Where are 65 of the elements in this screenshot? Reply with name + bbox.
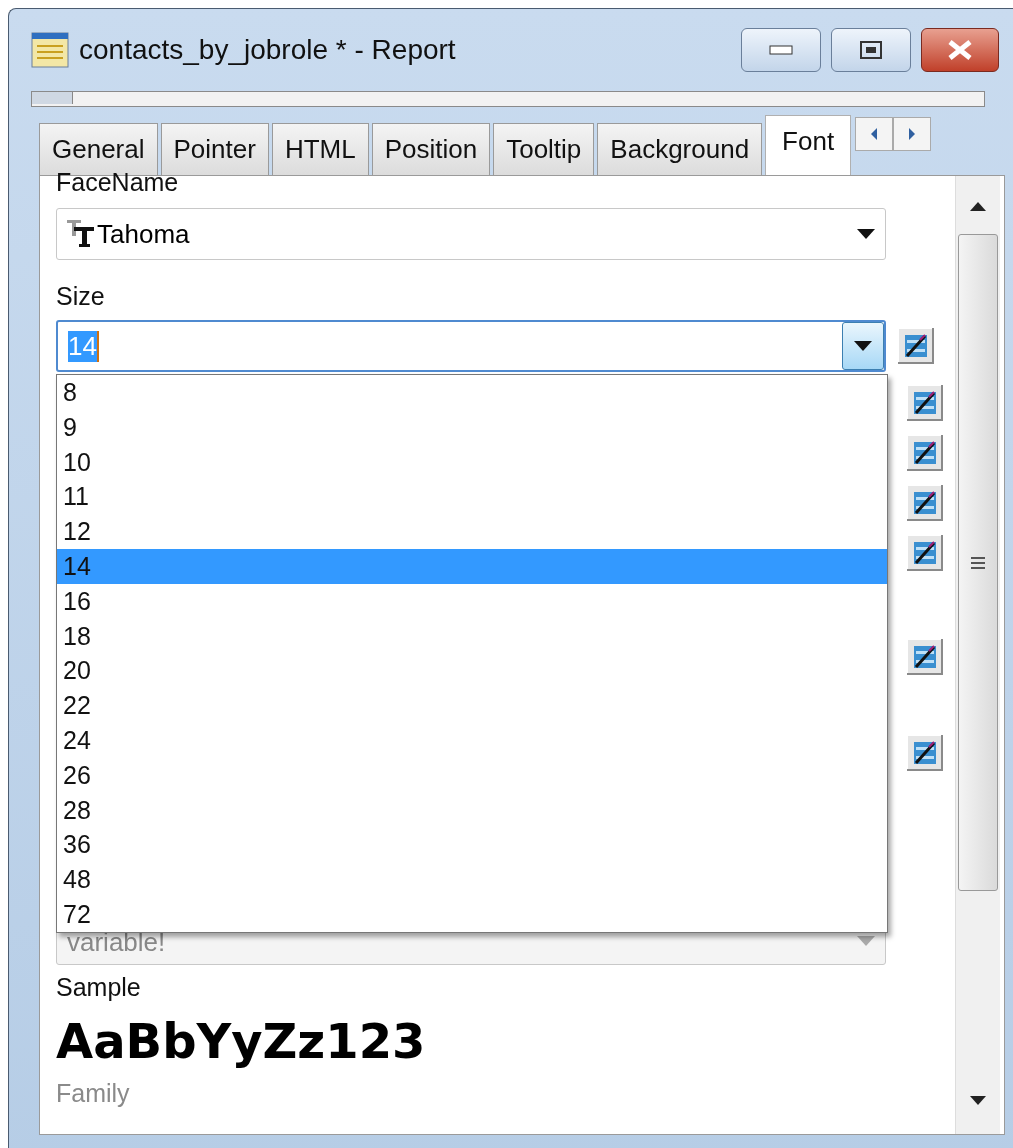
size-option[interactable]: 14: [57, 549, 887, 584]
size-option[interactable]: 12: [57, 514, 887, 549]
size-option[interactable]: 26: [57, 757, 887, 793]
close-icon: [947, 39, 973, 61]
caret-icon: [854, 341, 872, 351]
tab[interactable]: Tooltip: [493, 123, 595, 175]
field-label: Size: [56, 282, 106, 310]
close-button[interactable]: [921, 28, 999, 72]
slash-lines-icon: [913, 391, 937, 415]
caret-icon: [857, 936, 875, 946]
size-option[interactable]: 11: [57, 479, 887, 515]
window-title: contacts_by_jobrole * - Report: [79, 34, 457, 66]
down-arrow-icon: [970, 1095, 986, 1105]
tab[interactable]: Position: [371, 123, 491, 175]
tab[interactable]: Font: [765, 115, 852, 175]
tab[interactable]: HTML: [271, 123, 369, 175]
minimize-button[interactable]: [741, 28, 821, 72]
expression-button[interactable]: [907, 435, 943, 471]
dropdown-button[interactable]: [842, 322, 884, 370]
size-option[interactable]: 20: [57, 653, 887, 689]
size-option[interactable]: 18: [57, 618, 887, 654]
maximize-button[interactable]: [831, 28, 911, 72]
size-option[interactable]: 16: [57, 583, 887, 619]
report-icon: [31, 32, 69, 68]
size-option[interactable]: 24: [57, 722, 887, 758]
facename-dropdown[interactable]: Tahoma: [56, 208, 886, 260]
up-arrow-icon: [970, 201, 986, 211]
expression-button[interactable]: [907, 485, 943, 521]
size-value: 14: [68, 330, 99, 362]
tab[interactable]: Background: [597, 123, 763, 175]
caret-icon: [857, 229, 875, 239]
tab[interactable]: Pointer: [160, 123, 269, 175]
size-option[interactable]: 9: [57, 409, 887, 445]
slash-lines-icon: [913, 541, 937, 565]
expression-button[interactable]: [898, 328, 934, 364]
expression-button[interactable]: [907, 639, 943, 675]
font-icon: [67, 220, 97, 248]
left-arrow-icon: [870, 128, 879, 140]
expression-button[interactable]: [907, 735, 943, 771]
vertical-scrollbar[interactable]: [955, 176, 1000, 1134]
size-option[interactable]: 10: [57, 444, 887, 480]
sample-text: AaBbYyZz123: [56, 1013, 427, 1069]
slash-lines-icon: [904, 334, 928, 358]
maximize-icon: [860, 41, 882, 59]
slash-lines-icon: [913, 441, 937, 465]
horizontal-scrollbar[interactable]: [31, 91, 985, 107]
size-option[interactable]: 22: [57, 688, 887, 723]
slash-lines-icon: [913, 491, 937, 515]
size-option[interactable]: 28: [57, 792, 887, 828]
scroll-left-button[interactable]: [855, 117, 894, 151]
scroll-thumb[interactable]: [958, 234, 998, 891]
slash-lines-icon: [913, 645, 937, 669]
size-option[interactable]: 48: [57, 862, 887, 897]
minimize-icon: [769, 45, 793, 55]
grip-icon: [971, 556, 985, 569]
sample-label: Sample: [56, 973, 142, 1001]
size-option[interactable]: 36: [57, 827, 887, 863]
facename-value: Tahoma: [97, 218, 191, 250]
scroll-right-button[interactable]: [893, 117, 932, 151]
expression-button[interactable]: [907, 385, 943, 421]
slash-lines-icon: [913, 741, 937, 765]
expression-button[interactable]: [907, 535, 943, 571]
size-option[interactable]: 8: [57, 375, 887, 410]
family-label: Family: [56, 1079, 131, 1107]
right-arrow-icon: [908, 128, 917, 140]
